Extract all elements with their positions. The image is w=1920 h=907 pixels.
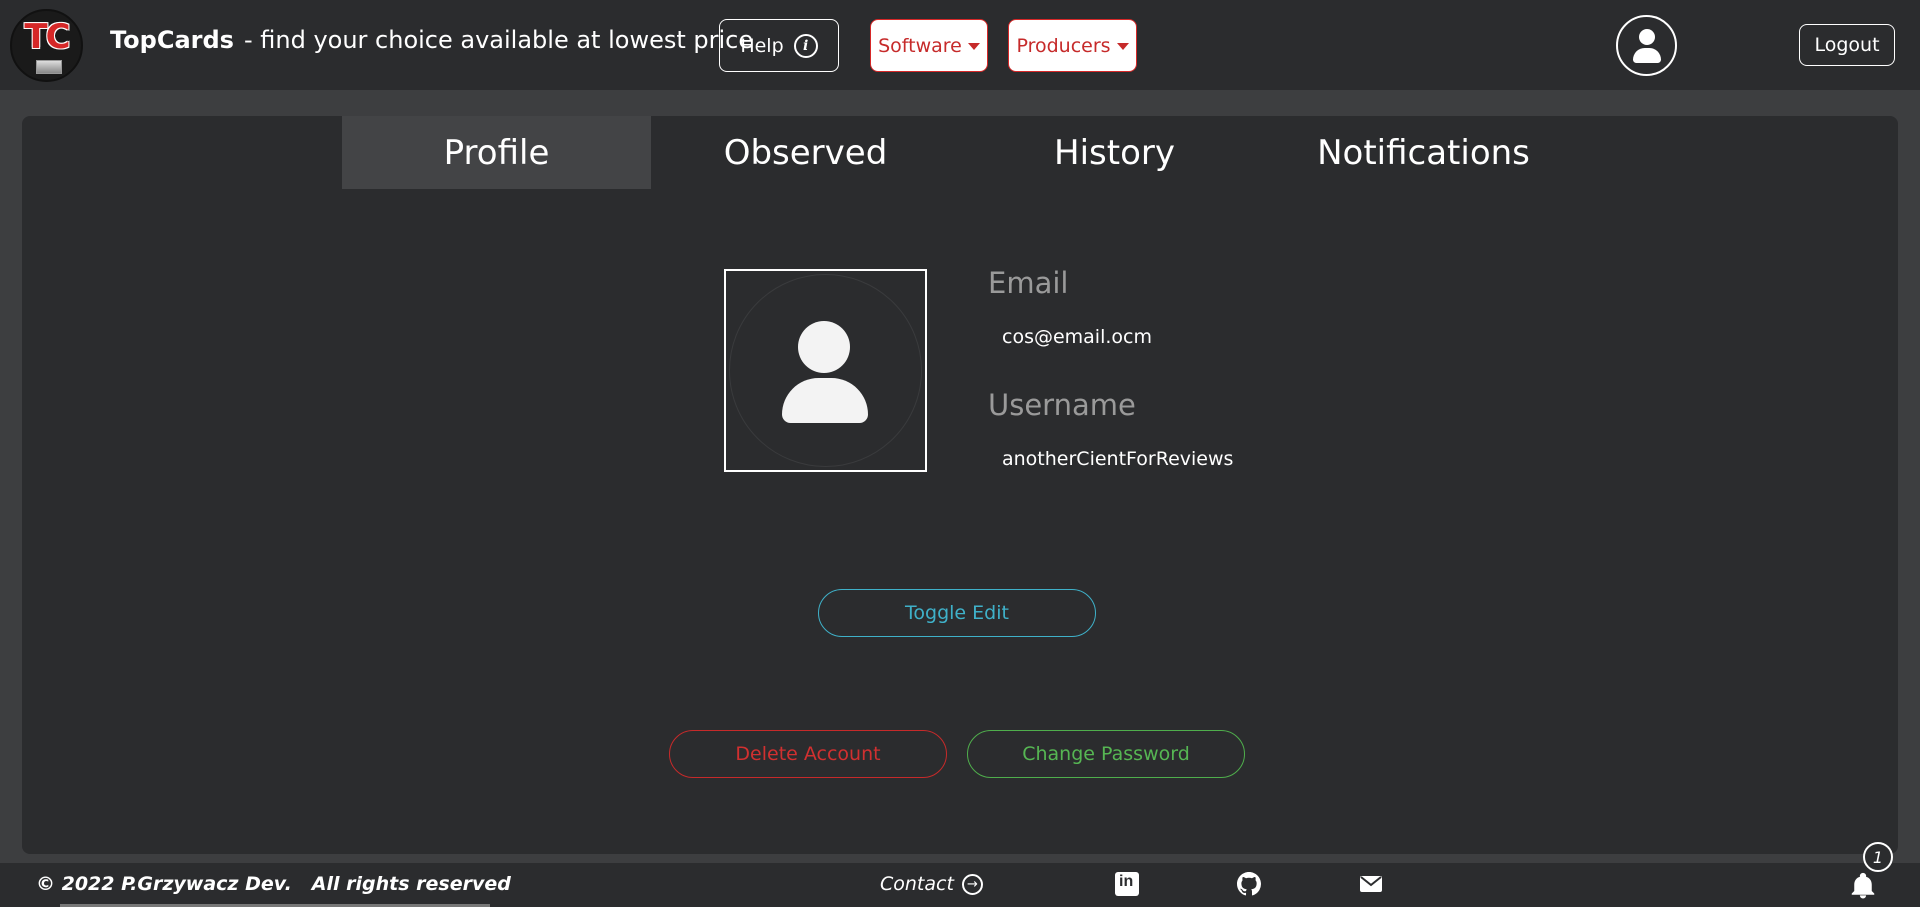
brand-name[interactable]: TopCards <box>110 26 234 54</box>
contact-link[interactable]: Contact → <box>880 873 983 895</box>
help-button[interactable]: Help i <box>719 19 839 72</box>
contact-label: Contact <box>880 873 954 895</box>
notifications-bell-button[interactable] <box>1848 871 1878 901</box>
tab-observed[interactable]: Observed <box>651 116 960 189</box>
software-label: Software <box>878 34 962 57</box>
brand-tagline: - find your choice available at lowest p… <box>243 26 754 54</box>
tab-profile[interactable]: Profile <box>342 116 651 189</box>
username-label: Username <box>988 388 1136 422</box>
producers-label: Producers <box>1016 34 1111 57</box>
user-avatar-icon-body <box>1633 48 1661 63</box>
brand: TopCards - find your choice available at… <box>110 26 753 62</box>
caret-down-icon <box>967 43 980 50</box>
linkedin-icon[interactable] <box>1115 872 1139 896</box>
profile-panel: Profile Observed History Notifications E… <box>22 116 1898 854</box>
user-avatar-icon <box>1639 29 1655 45</box>
bell-icon <box>1851 872 1875 899</box>
logout-button[interactable]: Logout <box>1799 24 1895 66</box>
site-logo[interactable]: TC <box>10 9 83 82</box>
tab-bar: Profile Observed History Notifications <box>342 116 1578 189</box>
email-value: cos@email.ocm <box>1002 326 1152 348</box>
github-icon[interactable] <box>1237 872 1261 896</box>
caret-down-icon <box>1116 43 1129 50</box>
profile-picture <box>724 269 927 472</box>
copyright-text: © 2022 P.Grzywacz Dev. <box>36 873 292 895</box>
delete-account-button[interactable]: Delete Account <box>669 730 947 778</box>
tab-history[interactable]: History <box>960 116 1269 189</box>
username-value: anotherCientForReviews <box>1002 448 1234 470</box>
footer: © 2022 P.Grzywacz Dev. All rights reserve… <box>0 863 1920 907</box>
rights-text: All rights reserved <box>311 873 511 895</box>
copyright: © 2022 P.Grzywacz Dev. All rights reserve… <box>36 873 511 895</box>
logo-text: TC <box>24 17 70 57</box>
notification-count-badge: 1 <box>1863 842 1893 872</box>
help-label: Help <box>740 34 784 57</box>
change-password-button[interactable]: Change Password <box>967 730 1245 778</box>
software-dropdown[interactable]: Software <box>870 19 988 72</box>
user-avatar-button[interactable] <box>1616 15 1677 76</box>
user-silhouette-icon <box>798 321 850 373</box>
arrow-right-icon: → <box>961 873 983 895</box>
mail-icon[interactable] <box>1359 872 1383 896</box>
email-label: Email <box>988 266 1069 300</box>
info-icon: i <box>793 33 818 58</box>
tab-notifications[interactable]: Notifications <box>1269 116 1578 189</box>
toggle-edit-button[interactable]: Toggle Edit <box>818 589 1096 637</box>
top-navbar: TC TopCards - find your choice available… <box>0 0 1920 90</box>
logo-card-icon <box>36 60 62 74</box>
producers-dropdown[interactable]: Producers <box>1008 19 1137 72</box>
